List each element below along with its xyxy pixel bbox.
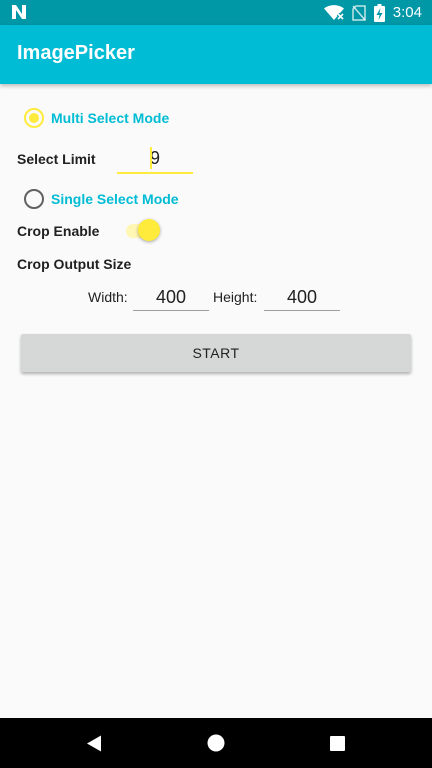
single-select-radio[interactable]: [24, 189, 44, 209]
back-icon[interactable]: [86, 735, 102, 752]
switch-thumb: [138, 219, 160, 241]
width-value: 400: [155, 287, 187, 307]
crop-enable-label: Crop Enable: [17, 223, 100, 239]
battery-charging-icon: [373, 3, 385, 22]
select-limit-input[interactable]: 9: [117, 147, 193, 174]
app-title: ImagePicker: [17, 42, 135, 64]
status-time: 3:04: [392, 4, 422, 21]
multi-select-option[interactable]: Multi Select Mode: [0, 104, 432, 132]
n-icon: [12, 5, 26, 19]
multi-select-radio[interactable]: [24, 108, 44, 128]
crop-enable-switch[interactable]: [126, 219, 162, 243]
height-input[interactable]: 400: [264, 285, 340, 311]
select-limit-underline: [117, 172, 193, 174]
width-underline: [133, 310, 209, 311]
app-bar: ImagePicker: [0, 25, 432, 84]
multi-select-label[interactable]: Multi Select Mode: [51, 110, 169, 126]
height-label: Height:: [213, 289, 258, 305]
width-input[interactable]: 400: [133, 285, 209, 311]
single-select-option[interactable]: Single Select Mode: [0, 185, 432, 213]
width-label: Width:: [88, 289, 128, 305]
text-cursor: [150, 147, 152, 169]
wifi-icon: [323, 4, 344, 20]
select-limit-label: Select Limit: [17, 151, 96, 167]
status-bar: 3:04: [0, 0, 432, 25]
single-select-label[interactable]: Single Select Mode: [51, 191, 179, 207]
start-button[interactable]: START: [21, 334, 411, 372]
height-underline: [264, 310, 340, 311]
navigation-bar: [0, 718, 432, 768]
crop-output-size-label: Crop Output Size: [17, 256, 132, 272]
recents-icon[interactable]: [330, 736, 345, 751]
height-value: 400: [286, 287, 318, 307]
no-sim-icon: [352, 4, 366, 21]
home-icon[interactable]: [207, 734, 225, 752]
